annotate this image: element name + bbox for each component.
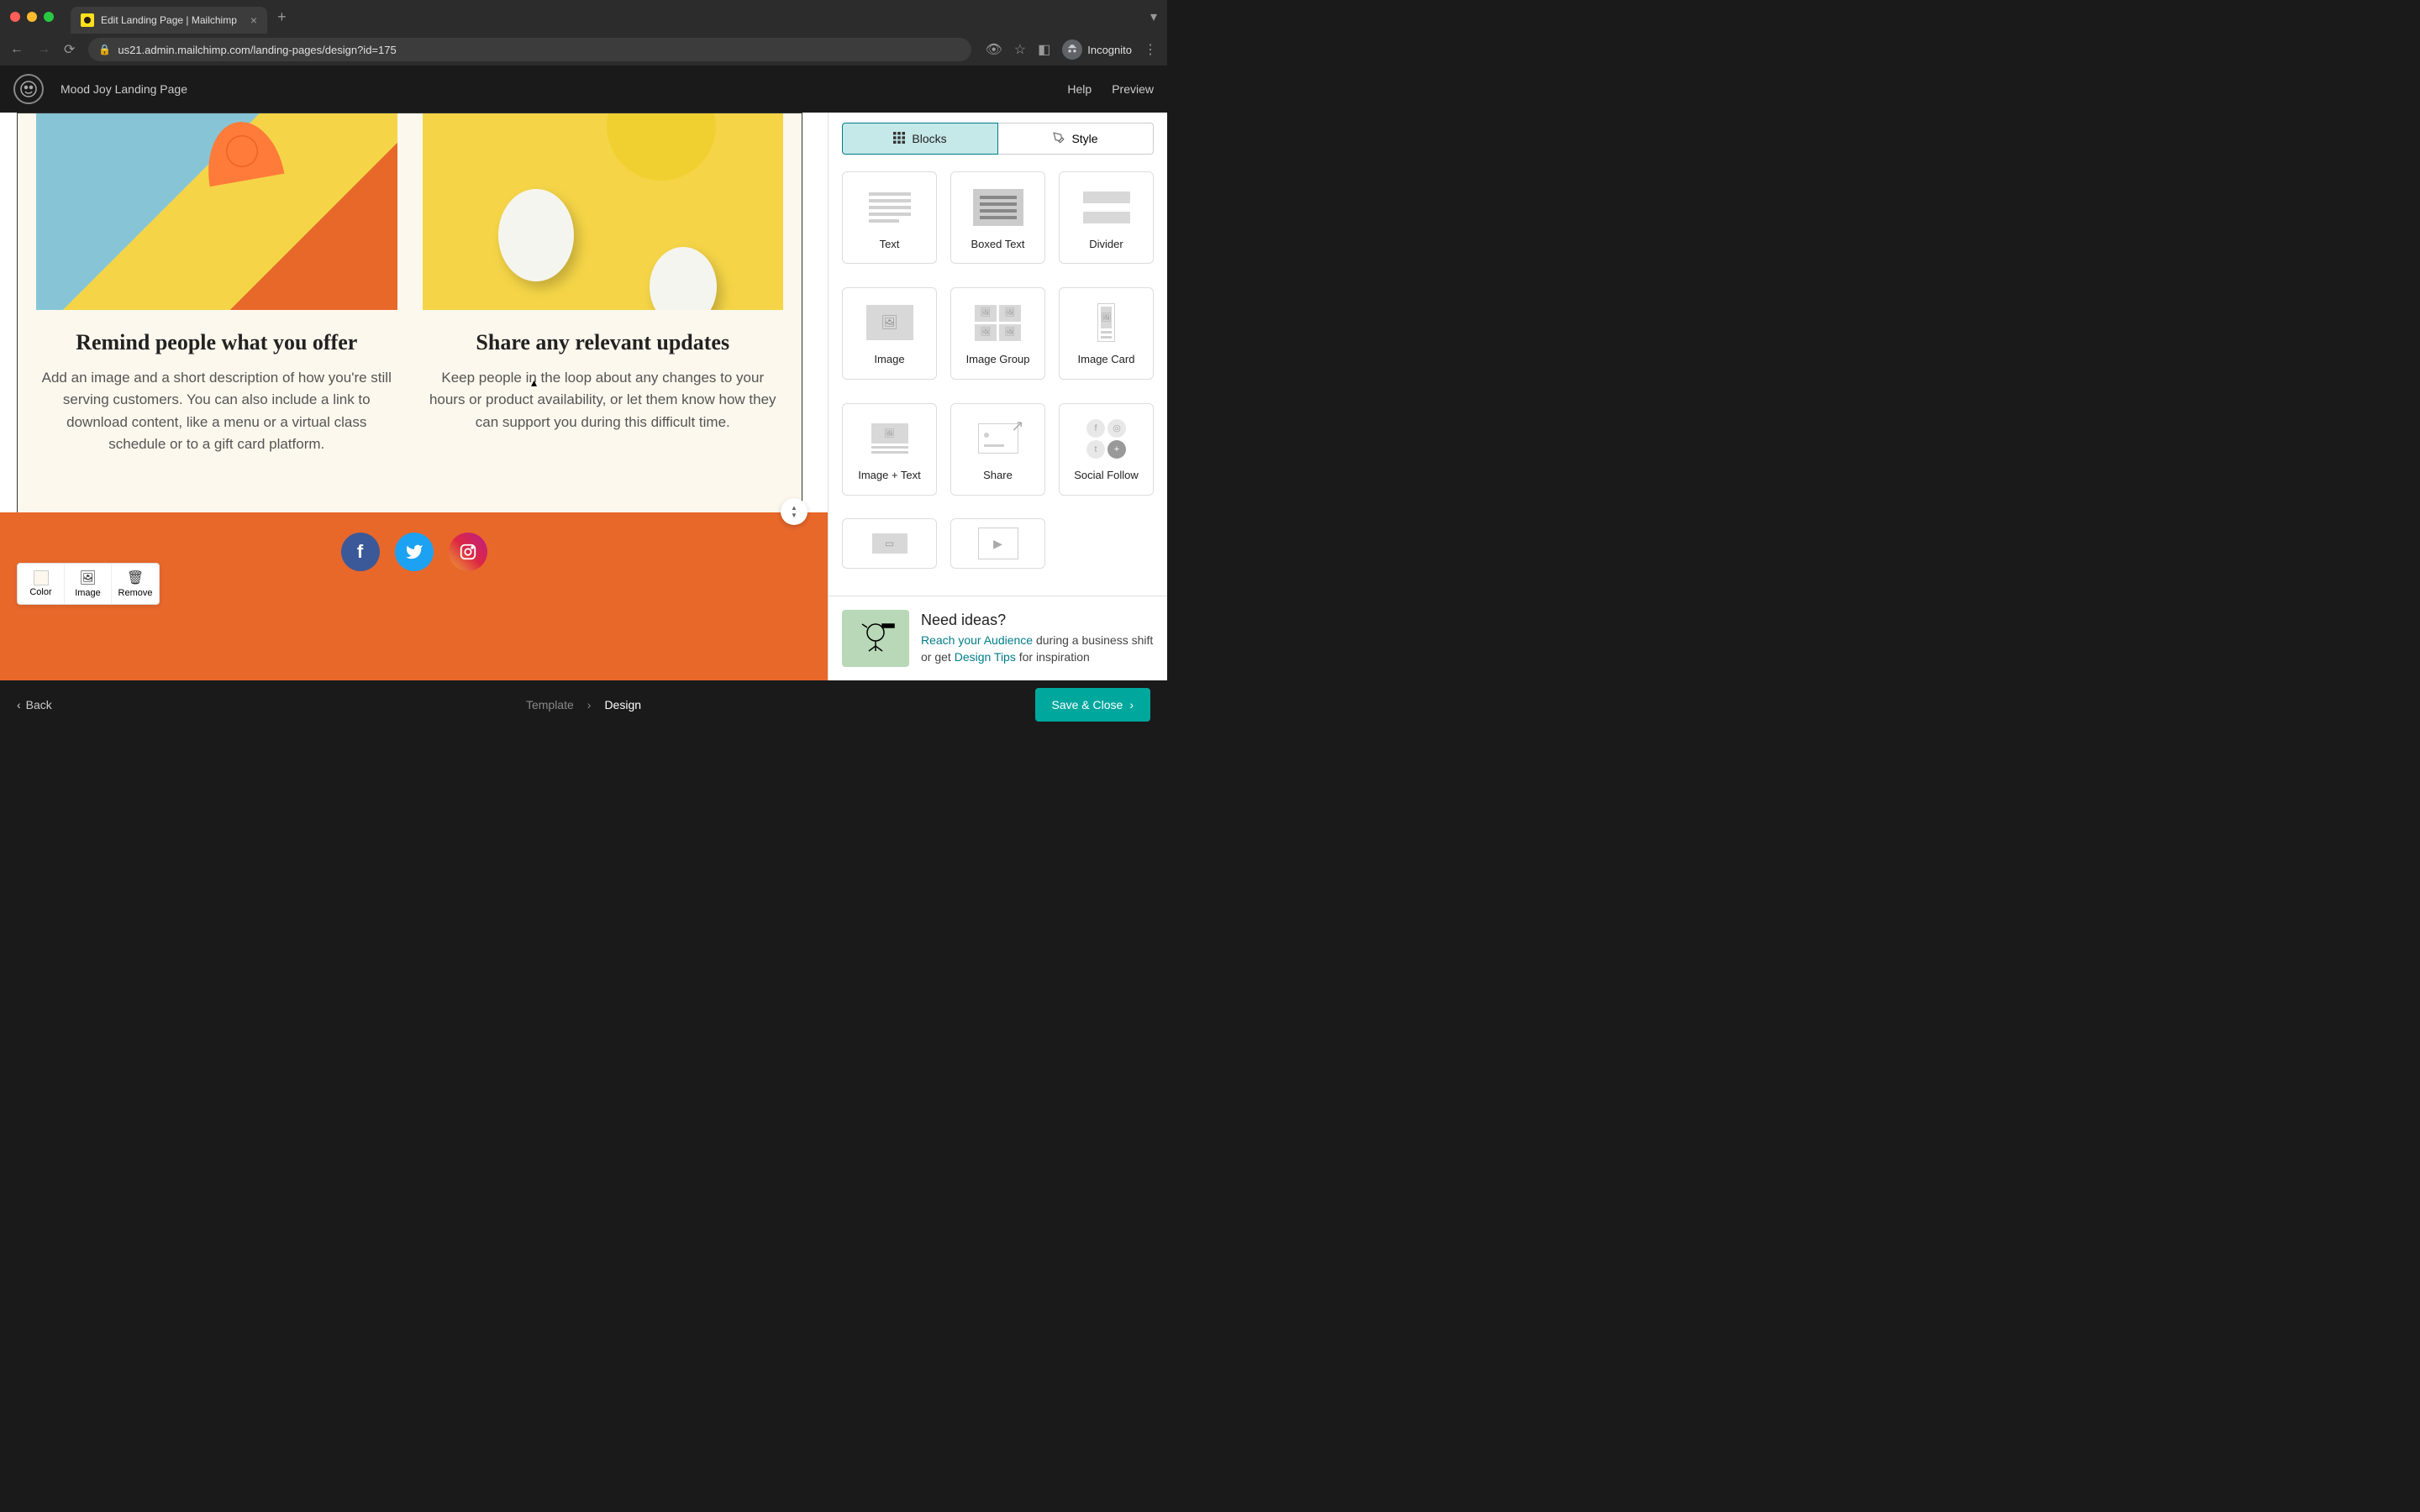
back-button[interactable]: ← (10, 42, 24, 57)
incognito-icon (1062, 39, 1082, 60)
facebook-icon[interactable]: f (341, 533, 380, 571)
block-image-group-label: Image Group (966, 353, 1030, 365)
column-left-body[interactable]: Add an image and a short description of … (36, 367, 397, 455)
bookmark-star-icon[interactable]: ☆ (1014, 41, 1026, 58)
extensions-icon[interactable]: ◧ (1038, 41, 1050, 58)
tab-dropdown-button[interactable]: ▾ (1150, 8, 1157, 25)
twitter-icon[interactable] (395, 533, 434, 571)
block-social-follow-label: Social Follow (1074, 469, 1139, 481)
block-image-card[interactable]: 🖼 Image Card (1059, 287, 1154, 380)
remove-label: Remove (118, 588, 153, 598)
color-button[interactable]: Color (18, 564, 65, 604)
menu-dots-icon[interactable]: ⋮ (1144, 41, 1157, 58)
new-tab-button[interactable]: + (277, 8, 287, 26)
block-image-text-label: Image + Text (858, 469, 921, 481)
incognito-label: Incognito (1087, 44, 1132, 56)
reach-audience-link[interactable]: Reach your Audience (921, 633, 1033, 647)
block-image-text[interactable]: 🖼 Image + Text (842, 403, 937, 496)
back-button[interactable]: ‹ Back (17, 698, 52, 711)
column-right-body[interactable]: Keep people in the loop about any change… (423, 367, 784, 433)
block-boxed-text-label: Boxed Text (971, 238, 1024, 250)
instagram-icon[interactable] (449, 533, 487, 571)
column-right-image[interactable] (423, 113, 784, 310)
ideas-illustration (842, 610, 909, 667)
tab-style[interactable]: Style (998, 123, 1154, 155)
block-image-card-label: Image Card (1078, 353, 1135, 365)
tab-blocks-label: Blocks (912, 132, 946, 145)
close-tab-button[interactable]: × (250, 13, 257, 27)
column-left-image[interactable] (36, 113, 397, 310)
block-image-label: Image (874, 353, 904, 365)
tab-style-label: Style (1071, 132, 1097, 145)
url-text: us21.admin.mailchimp.com/landing-pages/d… (118, 44, 396, 56)
editor-container: Remind people what you offer Add an imag… (0, 113, 1167, 680)
window-controls (10, 12, 54, 22)
canvas-area[interactable]: Remind people what you offer Add an imag… (0, 113, 828, 680)
reload-button[interactable]: ⟳ (64, 41, 75, 58)
chevron-right-icon: › (587, 698, 592, 711)
back-label: Back (26, 698, 52, 711)
save-close-label: Save & Close (1052, 698, 1123, 711)
minimize-window-button[interactable] (27, 12, 37, 22)
scroll-handle[interactable]: ▲▼ (781, 498, 808, 525)
block-image-group[interactable]: 🖼🖼🖼🖼 Image Group (950, 287, 1045, 380)
browser-titlebar: Edit Landing Page | Mailchimp × + ▾ (0, 0, 1167, 34)
image-label: Image (75, 588, 101, 598)
design-tips-link[interactable]: Design Tips (955, 650, 1016, 664)
grid-icon (893, 132, 905, 146)
block-toolbar: Color 🖼 Image 🗑 Remove (17, 563, 160, 605)
image-button[interactable]: 🖼 Image (65, 564, 112, 604)
block-divider[interactable]: Divider (1059, 171, 1154, 264)
chevron-right-icon: › (1129, 698, 1134, 711)
block-text-label: Text (880, 238, 900, 250)
remove-button[interactable]: 🗑 Remove (112, 564, 159, 604)
column-right-heading[interactable]: Share any relevant updates (423, 330, 784, 355)
color-label: Color (29, 587, 51, 597)
browser-tab[interactable]: Edit Landing Page | Mailchimp × (71, 7, 267, 34)
breadcrumb: Template › Design (526, 698, 641, 711)
ideas-text: Need ideas? Reach your Audience during a… (921, 610, 1154, 667)
incognito-indicator[interactable]: Incognito (1062, 39, 1132, 60)
url-bar: ← → ⟳ 🔒 us21.admin.mailchimp.com/landing… (0, 34, 1167, 66)
save-close-button[interactable]: Save & Close › (1035, 688, 1151, 722)
ideas-title: Need ideas? (921, 610, 1154, 631)
forward-button[interactable]: → (37, 42, 50, 57)
address-bar[interactable]: 🔒 us21.admin.mailchimp.com/landing-pages… (88, 38, 971, 61)
eye-off-icon[interactable]: 👁 (985, 41, 1002, 58)
panel-tabs: Blocks Style (829, 113, 1167, 155)
ideas-panel: Need ideas? Reach your Audience during a… (829, 596, 1167, 680)
mailchimp-logo[interactable] (13, 74, 44, 104)
chevron-left-icon: ‹ (17, 698, 21, 711)
maximize-window-button[interactable] (44, 12, 54, 22)
brush-icon (1053, 132, 1065, 146)
trash-icon: 🗑 (127, 570, 144, 586)
close-window-button[interactable] (10, 12, 20, 22)
help-link[interactable]: Help (1067, 82, 1092, 96)
blocks-grid: Text Boxed Text Divider 🖼 Image 🖼🖼🖼🖼 Ima… (829, 155, 1167, 596)
app-header: Mood Joy Landing Page Help Preview (0, 66, 1167, 113)
bottom-bar: ‹ Back Template › Design Save & Close › (0, 680, 1167, 729)
block-social-follow[interactable]: f◎t+ Social Follow (1059, 403, 1154, 496)
block-boxed-text[interactable]: Boxed Text (950, 171, 1045, 264)
page-title: Mood Joy Landing Page (60, 82, 187, 96)
lock-icon: 🔒 (98, 44, 111, 55)
block-text[interactable]: Text (842, 171, 937, 264)
mailchimp-favicon (81, 13, 94, 27)
column-left-heading[interactable]: Remind people what you offer (36, 330, 397, 355)
block-video-partial[interactable]: ▶ (950, 518, 1045, 569)
breadcrumb-template[interactable]: Template (526, 698, 574, 711)
block-divider-label: Divider (1089, 238, 1123, 250)
tab-title: Edit Landing Page | Mailchimp (101, 14, 237, 26)
color-swatch-icon (34, 570, 49, 585)
breadcrumb-design[interactable]: Design (604, 698, 641, 711)
block-image[interactable]: 🖼 Image (842, 287, 937, 380)
right-panel: Blocks Style Text Boxed Text Divider (828, 113, 1167, 680)
tab-blocks[interactable]: Blocks (842, 123, 998, 155)
block-button-partial[interactable]: ▭ (842, 518, 937, 569)
block-share-label: Share (983, 469, 1013, 481)
preview-link[interactable]: Preview (1112, 82, 1154, 96)
block-share[interactable]: ↗ Share (950, 403, 1045, 496)
image-icon: 🖼 (79, 570, 96, 586)
